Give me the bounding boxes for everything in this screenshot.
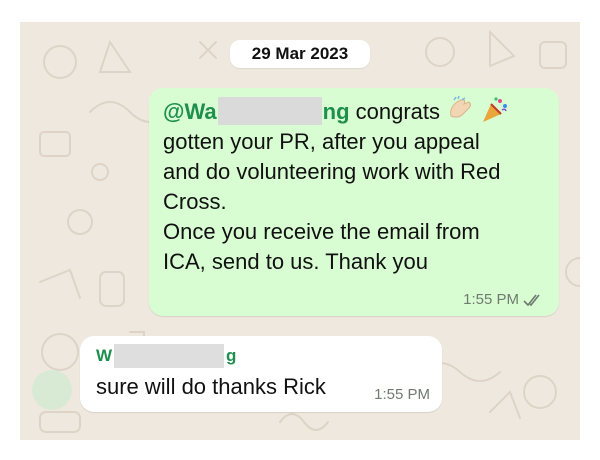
sender-name-start: W <box>96 346 113 365</box>
message-line-3: and do volunteering work with Red <box>163 159 501 184</box>
incoming-time: 1:55 PM <box>374 386 430 403</box>
message-line-4: Cross. <box>163 189 227 214</box>
double-check-icon <box>523 294 540 306</box>
sender-name[interactable]: W g <box>96 344 236 368</box>
clapping-hands-icon <box>450 96 472 118</box>
outgoing-message-bubble[interactable]: @Wa ng congrats gotten your PR, after you… <box>149 88 559 316</box>
outgoing-message-text: @Wa ng congrats gotten your PR, after you… <box>163 96 555 277</box>
outgoing-message-meta: 1:55 PM <box>463 291 543 308</box>
outgoing-time: 1:55 PM <box>463 291 519 308</box>
message-line-5: Once you receive the email from <box>163 219 480 244</box>
message-line-2: gotten your PR, after you appeal <box>163 129 480 154</box>
mention-start[interactable]: @Wa <box>163 99 217 124</box>
sender-avatar[interactable] <box>32 370 72 410</box>
redacted-name-block <box>217 97 322 125</box>
date-separator: 29 Mar 2023 <box>230 40 370 68</box>
incoming-message-text: sure will do thanks Rick <box>96 374 326 399</box>
incoming-message-bubble[interactable]: W g sure will do thanks Rick 1:55 PM <box>80 336 442 412</box>
mention-end[interactable]: ng <box>323 99 350 124</box>
party-popper-icon <box>483 97 508 122</box>
date-label: 29 Mar 2023 <box>251 44 349 63</box>
message-line-6: ICA, send to us. Thank you <box>163 249 428 274</box>
redacted-sender-block <box>114 344 225 368</box>
sender-name-end: g <box>226 346 237 365</box>
message-line-1: congrats <box>349 99 441 124</box>
